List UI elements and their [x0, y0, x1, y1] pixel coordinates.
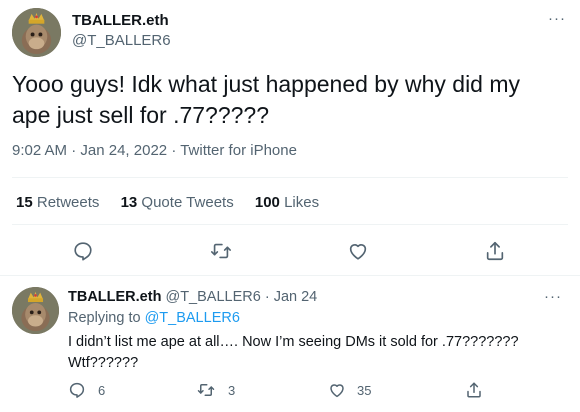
- reply-retweet-count: 3: [228, 383, 236, 398]
- replying-to-link[interactable]: @T_BALLER6: [145, 310, 240, 326]
- replying-to-label: Replying to: [68, 310, 141, 326]
- author-name[interactable]: TBALLER.eth: [72, 12, 169, 29]
- reply-date[interactable]: Jan 24: [274, 289, 318, 305]
- author-avatar[interactable]: [12, 8, 61, 57]
- separator-dot: ·: [71, 142, 81, 159]
- author-handle[interactable]: @T_BALLER6: [72, 32, 171, 49]
- tweet-source[interactable]: Twitter for iPhone: [180, 142, 297, 159]
- reply-header: TBALLER.eth @T_BALLER6 · Jan 24: [68, 289, 317, 305]
- separator-dot: ·: [264, 289, 270, 305]
- retweet-icon[interactable]: [209, 240, 233, 262]
- tweet-text: Yooo guys! Idk what just happened by why…: [12, 71, 521, 128]
- reply-like-icon[interactable]: [328, 381, 346, 399]
- reply-author-avatar[interactable]: [12, 287, 59, 334]
- divider: [0, 275, 580, 276]
- tweet-metadata: 9:02 AM · Jan 24, 2022 · Twitter for iPh…: [12, 142, 297, 159]
- ape-avatar-icon: [12, 8, 61, 57]
- retweets-stat[interactable]: 15 Retweets: [16, 194, 99, 211]
- divider: [12, 177, 568, 178]
- ape-avatar-icon: [12, 287, 59, 334]
- tweet-time[interactable]: 9:02 AM: [12, 142, 67, 159]
- reply-author-name[interactable]: TBALLER.eth: [68, 289, 161, 305]
- reply-reply-count: 6: [98, 383, 106, 398]
- separator-dot: ·: [171, 142, 181, 159]
- stats-bar: 15 Retweets 13 Quote Tweets 100 Likes: [16, 194, 319, 211]
- reply-author-handle[interactable]: @T_BALLER6: [165, 289, 260, 305]
- share-icon[interactable]: [484, 239, 506, 263]
- divider: [12, 224, 568, 225]
- reply-icon[interactable]: [72, 240, 94, 262]
- likes-stat[interactable]: 100 Likes: [255, 194, 319, 211]
- replying-to: Replying to @T_BALLER6: [68, 310, 240, 326]
- like-icon[interactable]: [347, 240, 369, 262]
- reply-like-count: 35: [357, 383, 372, 398]
- reply-text-line-1: I didn’t list me ape at all…. Now I’m se…: [68, 334, 519, 350]
- quote-tweets-stat[interactable]: 13 Quote Tweets: [121, 194, 234, 211]
- reply-reply-icon[interactable]: [68, 381, 86, 399]
- reply-more-options-icon[interactable]: ···: [544, 288, 562, 305]
- more-options-icon[interactable]: ···: [548, 10, 566, 27]
- tweet-date[interactable]: Jan 24, 2022: [80, 142, 167, 159]
- reply-share-icon[interactable]: [465, 380, 483, 400]
- reply-retweet-icon[interactable]: [196, 381, 216, 399]
- reply-text-line-2: Wtf??????: [68, 355, 139, 371]
